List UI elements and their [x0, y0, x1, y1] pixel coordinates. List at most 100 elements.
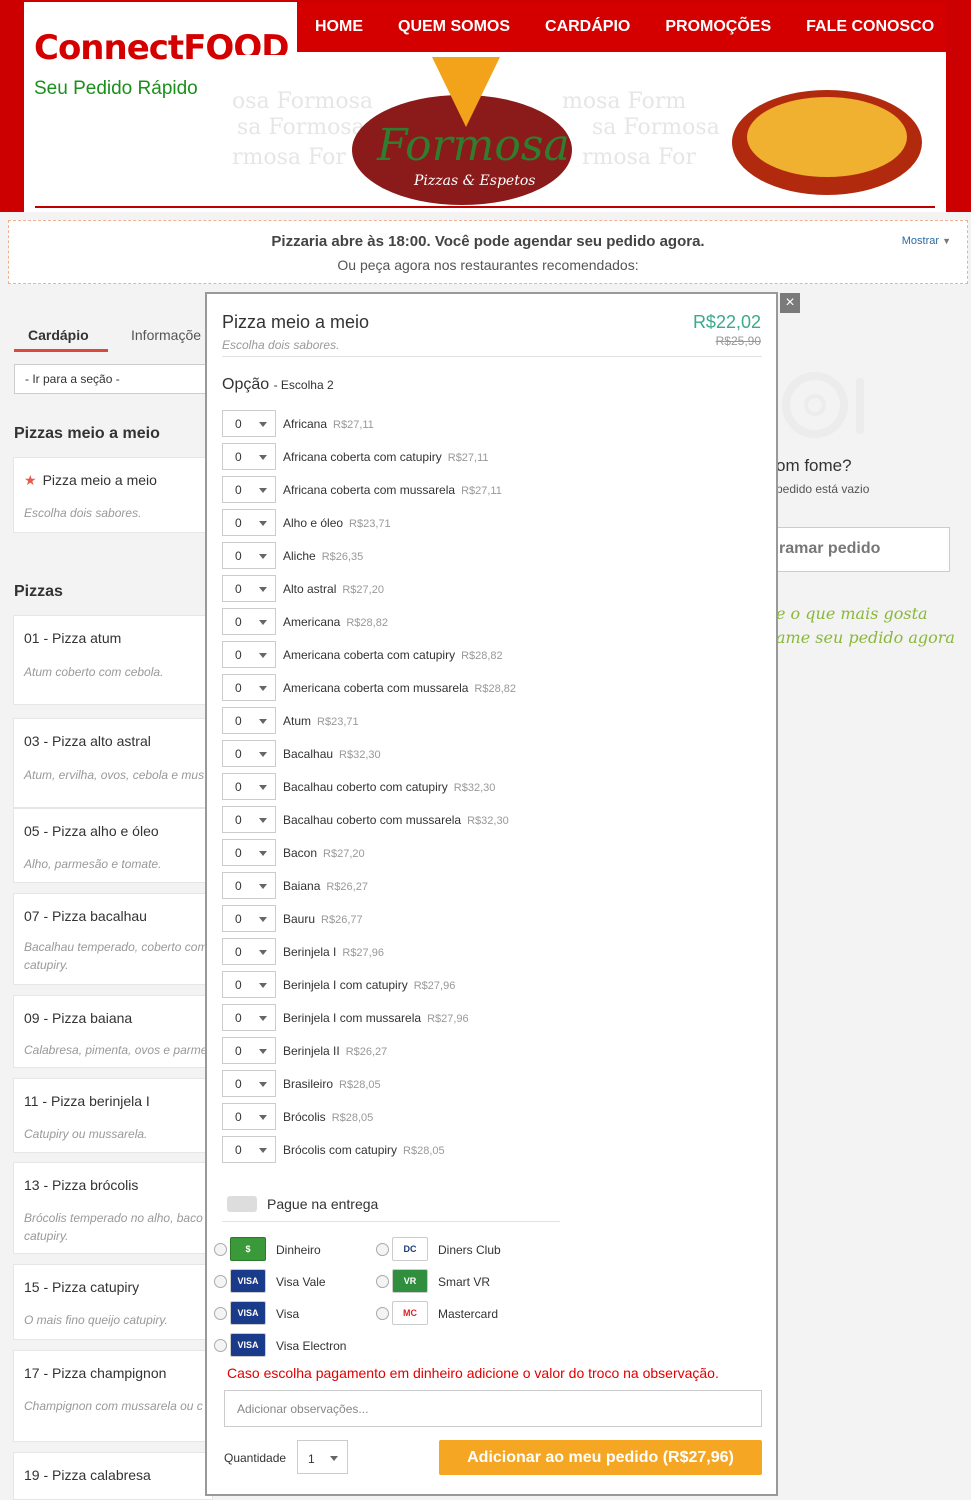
flavor-name: Brócolis R$28,05 [283, 1110, 373, 1124]
flavor-quantity-select[interactable]: 0 [222, 1070, 276, 1097]
menu-item-card[interactable]: 15 - Pizza catupiry O mais fino queijo c… [13, 1264, 213, 1340]
menu-item-desc: Calabresa, pimenta, ovos e parme [24, 1043, 208, 1057]
menu-item-card[interactable]: 03 - Pizza alto astral Atum, ervilha, ov… [13, 718, 213, 808]
payment-option-visa[interactable]: VISA Visa [214, 1301, 394, 1327]
menu-item-card[interactable]: 11 - Pizza berinjela I Catupiry ou mussa… [13, 1078, 213, 1153]
flavor-quantity-select[interactable]: 0 [222, 608, 276, 635]
active-tab-indicator [14, 349, 108, 352]
payment-option-diners[interactable]: DC Diners Club [376, 1237, 556, 1263]
menu-item-desc: Escolha dois sabores. [24, 506, 142, 520]
payment-option-visa-electron[interactable]: VISA Visa Electron [214, 1333, 394, 1359]
radio-button[interactable] [214, 1307, 227, 1320]
flavor-quantity-select[interactable]: 0 [222, 1037, 276, 1064]
flavor-row: 0 Bacalhau coberto com mussarela R$32,30 [222, 806, 752, 833]
radio-button[interactable] [214, 1243, 227, 1256]
menu-item-card[interactable]: 01 - Pizza atum Atum coberto com cebola. [13, 615, 213, 705]
flavor-price: R$26,27 [345, 1046, 388, 1058]
flavor-name: Bacalhau R$32,30 [283, 747, 381, 761]
flavor-price: R$26,27 [326, 881, 368, 893]
tab-informacoes[interactable]: Informaçõe [131, 327, 201, 343]
cart-panel: om fome? pedido está vazio ramar pedido … [760, 310, 960, 690]
payment-option-dinheiro[interactable]: $ Dinheiro [214, 1237, 394, 1263]
flavor-quantity-value: 0 [235, 1044, 242, 1058]
flavor-name: Alto astral R$27,20 [283, 582, 384, 596]
quantity-select[interactable]: 1 [297, 1440, 348, 1474]
flavor-price: R$23,71 [349, 518, 391, 530]
menu-item-card[interactable]: ★ Pizza meio a meio Escolha dois sabores. [13, 457, 213, 533]
flavor-label: Berinjela I com mussarela [283, 1011, 422, 1025]
flavor-quantity-select[interactable]: 0 [222, 905, 276, 932]
flavor-quantity-select[interactable]: 0 [222, 641, 276, 668]
payment-label: Visa Vale [276, 1275, 326, 1289]
flavor-label: Baiana [283, 879, 321, 893]
notes-field[interactable]: Adicionar observações... [224, 1390, 762, 1427]
add-to-order-button[interactable]: Adicionar ao meu pedido (R$27,96) [439, 1440, 762, 1475]
flavor-price: R$27,96 [342, 947, 384, 959]
header-divider [35, 206, 935, 208]
menu-item-desc: Atum coberto com cebola. [24, 665, 164, 679]
flavor-quantity-select[interactable]: 0 [222, 971, 276, 998]
radio-button[interactable] [214, 1339, 227, 1352]
flavor-label: Bacalhau coberto com catupiry [283, 780, 448, 794]
flavor-label: Atum [283, 714, 312, 728]
menu-item-card[interactable]: 13 - Pizza brócolis Brócolis temperado n… [13, 1162, 213, 1254]
menu-item-card[interactable]: 09 - Pizza baiana Calabresa, pimenta, ov… [13, 995, 213, 1068]
flavor-quantity-select[interactable]: 0 [222, 575, 276, 602]
menu-item-card[interactable]: 19 - Pizza calabresa [13, 1452, 213, 1500]
nav-cardapio[interactable]: CARDÁPIO [545, 18, 630, 36]
flavor-label: Bacalhau coberto com mussarela [283, 813, 462, 827]
radio-button[interactable] [376, 1243, 389, 1256]
flavor-label: Aliche [283, 549, 316, 563]
nav-home[interactable]: HOME [315, 18, 363, 36]
radio-button[interactable] [376, 1307, 389, 1320]
flavor-quantity-select[interactable]: 0 [222, 1136, 276, 1163]
menu-item-card[interactable]: 17 - Pizza champignon Champignon com mus… [13, 1350, 213, 1442]
flavor-quantity-select[interactable]: 0 [222, 872, 276, 899]
flavor-quantity-select[interactable]: 0 [222, 707, 276, 734]
flavor-quantity-select[interactable]: 0 [222, 773, 276, 800]
flavor-quantity-select[interactable]: 0 [222, 509, 276, 536]
confirm-order-button[interactable]: ramar pedido [760, 527, 950, 572]
quantity-label: Quantidade [224, 1451, 287, 1465]
menu-item-name: 11 - Pizza berinjela I [24, 1093, 150, 1109]
nav-promocoes[interactable]: PROMOÇÕES [665, 18, 771, 36]
payment-option-mastercard[interactable]: MC Mastercard [376, 1301, 556, 1327]
flavor-quantity-select[interactable]: 0 [222, 1004, 276, 1031]
flavor-quantity-select[interactable]: 0 [222, 839, 276, 866]
flavor-quantity-select[interactable]: 0 [222, 938, 276, 965]
flavor-name: Berinjela I R$27,96 [283, 945, 384, 959]
modal-close-button[interactable]: × [780, 293, 800, 313]
flavor-quantity-select[interactable]: 0 [222, 443, 276, 470]
plate-inner [804, 394, 826, 416]
chevron-down-icon [259, 1082, 267, 1087]
flavor-quantity-select[interactable]: 0 [222, 740, 276, 767]
notice-toggle[interactable]: Mostrar ▼ [902, 235, 951, 247]
menu-item-desc: Bacalhau temperado, coberto com catupiry… [24, 940, 208, 972]
payment-option-smart-vr[interactable]: VR Smart VR [376, 1269, 556, 1295]
flavor-quantity-select[interactable]: 0 [222, 476, 276, 503]
menu-item-card[interactable]: 07 - Pizza bacalhau Bacalhau temperado, … [13, 893, 213, 985]
radio-button[interactable] [214, 1275, 227, 1288]
section-select[interactable]: - Ir para a seção - [14, 364, 214, 394]
flavor-quantity-select[interactable]: 0 [222, 1103, 276, 1130]
pizza-topping [747, 97, 907, 177]
flavor-quantity-select[interactable]: 0 [222, 674, 276, 701]
flavor-row: 0 Americana coberta com mussarela R$28,82 [222, 674, 752, 701]
menu-item-name: 13 - Pizza brócolis [24, 1177, 139, 1193]
flavor-label: Berinjela I [283, 945, 337, 959]
menu-item-card[interactable]: 05 - Pizza alho e óleo Alho, parmesão e … [13, 808, 213, 883]
flavor-quantity-select[interactable]: 0 [222, 542, 276, 569]
section-title: Pizzas [14, 583, 63, 600]
flavor-name: Baiana R$26,27 [283, 879, 368, 893]
tab-cardapio[interactable]: Cardápio [28, 327, 89, 343]
restaurant-banner: osa Formosa mosa Form sa Formosa sa Form… [232, 55, 945, 207]
nav-quem-somos[interactable]: QUEM SOMOS [398, 18, 510, 36]
modal-title: Pizza meio a meio [222, 312, 370, 332]
flavor-quantity-select[interactable]: 0 [222, 410, 276, 437]
flavor-row: 0 Berinjela I com mussarela R$27,96 [222, 1004, 752, 1031]
payment-option-visa-vale[interactable]: VISA Visa Vale [214, 1269, 394, 1295]
nav-fale-conosco[interactable]: FALE CONOSCO [806, 18, 934, 36]
flavor-quantity-select[interactable]: 0 [222, 806, 276, 833]
radio-button[interactable] [376, 1275, 389, 1288]
flavor-row: 0 Alho e óleo R$23,71 [222, 509, 752, 536]
